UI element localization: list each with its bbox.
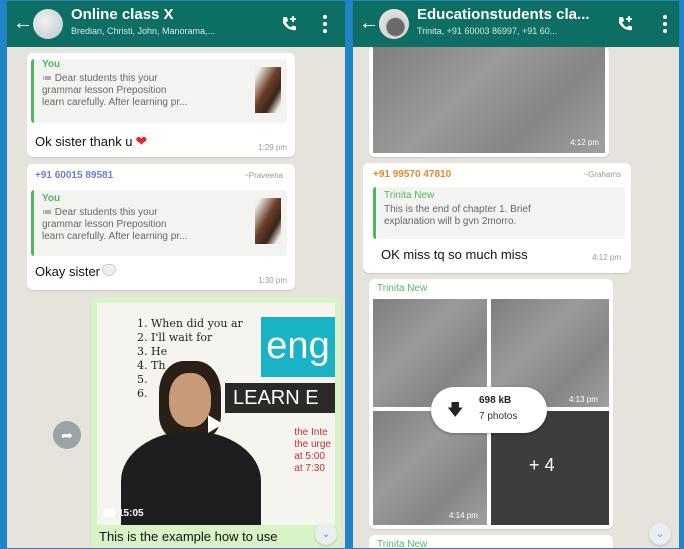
board-line: 1. When did you ar (137, 317, 243, 330)
quote-line: explanation will b gvn 2morro. (384, 216, 517, 227)
quote-line: This is the end of chapter 1. Brief (384, 204, 531, 215)
message-time: 1:29 pm (258, 143, 287, 152)
sender-alias: ~Grahams (583, 170, 621, 179)
quote-sender: You (42, 59, 61, 70)
group-avatar[interactable] (33, 9, 63, 39)
white-heart-emoji-icon (102, 264, 117, 276)
download-size: 698 kB (479, 395, 512, 406)
download-count: 7 photos (479, 411, 518, 422)
message-sender[interactable]: +91 60015 89581 (35, 170, 113, 181)
board-line: the Inte (294, 427, 328, 438)
board-line: at 5:00 (294, 451, 325, 462)
quoted-message[interactable]: Trinita New This is the end of chapter 1… (373, 187, 625, 239)
quoted-message[interactable]: You ≔ Dear students this your grammar le… (31, 190, 287, 256)
quote-sender: Trinita New (384, 190, 435, 201)
scroll-down-icon[interactable]: ⌄ (315, 523, 337, 545)
message-time: 4:12 pm (592, 253, 621, 262)
quote-line: ≔ Dear students this your (42, 207, 158, 218)
message-time: 4:14 pm (449, 511, 478, 520)
duration-text: 15:05 (118, 508, 144, 519)
message-text: OK miss tq so much miss (381, 247, 528, 262)
image-message[interactable]: 4:12 pm (369, 47, 609, 157)
board-line: at 7:30 (294, 463, 325, 474)
message-time: 1:30 pm (258, 276, 287, 285)
chat-title[interactable]: Online class X (71, 6, 174, 23)
album-more-count: + 4 (529, 455, 555, 475)
message-bubble[interactable]: Trinita New (369, 535, 613, 548)
chat-members: Bredian, Christi, John, Manorama,... (71, 26, 216, 36)
quote-line: ≔ Dear students this your (42, 73, 158, 84)
brand-logo: eng (261, 317, 335, 377)
add-call-icon[interactable] (279, 14, 299, 34)
menu-icon[interactable] (661, 13, 669, 35)
message-bubble[interactable]: +91 99570 47810 ~Grahams Trinita New Thi… (363, 163, 631, 273)
chat-header: ← Online class X Bredian, Christi, John,… (7, 1, 345, 47)
download-album-button[interactable]: 🡇 698 kB 7 photos (431, 387, 547, 433)
chat-panel-online-class: ← Online class X Bredian, Christi, John,… (6, 0, 346, 549)
message-sender[interactable]: Trinita New (377, 283, 427, 294)
sender-alias: ~Praveena (244, 171, 283, 180)
heart-emoji-icon: ❤ (135, 133, 148, 149)
chat-panel-education-students: ← Educationstudents cla... Trinita, +91 … (352, 0, 680, 549)
chat-header: ← Educationstudents cla... Trinita, +91 … (353, 1, 679, 47)
video-caption: This is the example how to use (99, 529, 278, 544)
board-line: 3. He (137, 345, 168, 358)
message-time: 4:13 pm (569, 395, 598, 404)
video-banner: LEARN E (225, 383, 335, 413)
quote-line: grammar lesson Preposition (42, 219, 167, 230)
menu-icon[interactable] (321, 13, 329, 35)
quote-thumbnail (255, 67, 281, 113)
message-sender[interactable]: Trinita New (377, 539, 427, 548)
message-time: 4:12 pm (570, 138, 599, 147)
back-arrow-icon[interactable]: ← (13, 13, 33, 33)
whiteboard-right-text: the Inte the urge at 5:00 at 7:30 (294, 427, 331, 475)
video-message[interactable]: 1. When did you ar 2. I'll wait for 3. H… (91, 297, 341, 548)
quote-line: learn carefully. After learning pr... (42, 97, 188, 108)
board-line: 2. I'll wait for (137, 331, 213, 344)
quote-thumbnail (255, 198, 281, 244)
video-camera-icon (103, 509, 115, 518)
scroll-down-icon[interactable]: ⌄ (649, 523, 671, 545)
video-thumbnail[interactable]: 1. When did you ar 2. I'll wait for 3. H… (97, 303, 335, 525)
message-sender[interactable]: +91 99570 47810 (373, 169, 451, 180)
group-avatar[interactable] (379, 9, 409, 39)
message-text-content: Okay sister (35, 264, 101, 279)
back-arrow-icon[interactable]: ← (359, 13, 379, 33)
play-icon[interactable] (201, 411, 227, 437)
forward-icon[interactable]: ➦ (53, 421, 81, 449)
quote-line: grammar lesson Preposition (42, 85, 167, 96)
add-call-icon[interactable] (615, 14, 635, 34)
message-text: Ok sister thank u ❤ (35, 133, 147, 150)
message-bubble[interactable]: You ≔ Dear students this your grammar le… (27, 53, 295, 157)
chat-title[interactable]: Educationstudents cla... (417, 6, 590, 23)
download-icon: 🡇 (447, 402, 464, 419)
chat-members: Trinita, +91 60003 86997, +91 60... (417, 26, 558, 36)
photo-album-message[interactable]: Trinita New + 4 4:13 pm 4:14 pm 🡇 698 kB… (369, 279, 613, 529)
quote-sender: You (42, 193, 61, 204)
message-text: Okay sister (35, 264, 117, 279)
quoted-message[interactable]: You ≔ Dear students this your grammar le… (31, 59, 287, 123)
video-duration: 15:05 (103, 508, 144, 519)
quote-line: learn carefully. After learning pr... (42, 231, 188, 242)
message-text-content: Ok sister thank u (35, 134, 133, 149)
message-bubble[interactable]: +91 60015 89581 ~Praveena You ≔ Dear stu… (27, 164, 295, 290)
board-line: the urge (294, 439, 331, 450)
